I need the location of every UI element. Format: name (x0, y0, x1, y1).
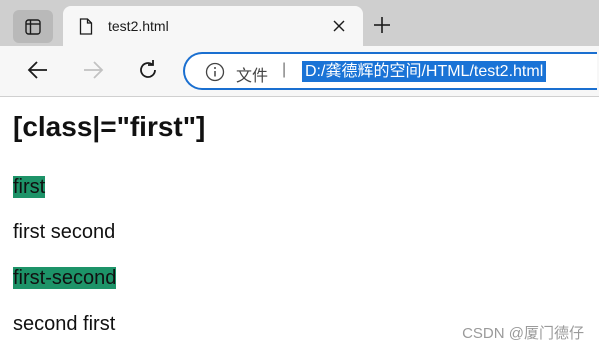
info-icon[interactable] (205, 62, 225, 82)
paragraph-text: first-second (13, 267, 117, 289)
paragraph-first-second-hyphen: first-second (13, 265, 117, 291)
site-info-label[interactable]: 文件 (236, 62, 268, 86)
navigation-bar: 文件 | D:/龚德辉的空间/HTML/test2.html (0, 46, 599, 97)
tab-title: test2.html (108, 18, 169, 34)
address-bar[interactable]: 文件 | D:/龚德辉的空间/HTML/test2.html (183, 52, 597, 90)
watermark: CSDN @厦门德仔 (462, 325, 584, 342)
paragraph-first-second-space: first second (13, 219, 115, 245)
address-separator: | (282, 61, 287, 78)
refresh-icon[interactable] (137, 59, 159, 81)
url-text[interactable]: D:/龚德辉的空间/HTML/test2.html (302, 61, 547, 82)
tab-test2[interactable]: test2.html (63, 6, 363, 46)
tab-strip: test2.html (0, 0, 599, 46)
paragraph-text: second first (13, 313, 116, 335)
paragraph-second-first: second first (13, 311, 115, 337)
paragraph-first: first (13, 174, 46, 200)
forward-icon[interactable] (82, 59, 104, 81)
close-icon[interactable] (333, 20, 345, 32)
tab-actions-button[interactable] (13, 10, 53, 43)
tab-actions-icon (25, 19, 41, 35)
paragraph-text: first second (13, 221, 116, 243)
page-heading: [class|="first"] (13, 111, 206, 142)
paragraph-text: first (13, 176, 46, 198)
plus-icon[interactable] (373, 16, 391, 34)
file-icon (79, 18, 93, 35)
back-icon[interactable] (27, 59, 49, 81)
